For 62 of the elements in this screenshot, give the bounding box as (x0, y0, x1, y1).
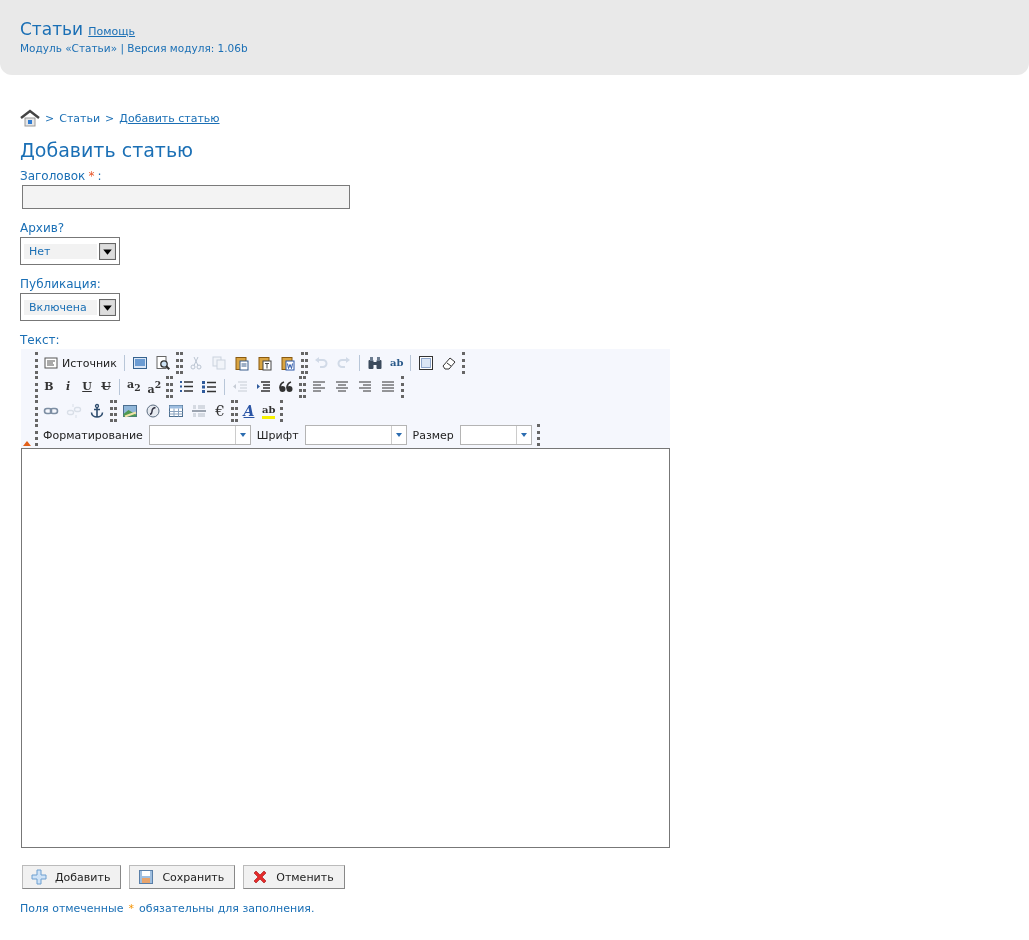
table-icon[interactable] (168, 403, 184, 419)
indent-icon[interactable] (255, 379, 272, 395)
archive-select[interactable]: Нет (20, 237, 120, 265)
title-input-field[interactable] (22, 185, 350, 209)
align-center-icon[interactable] (334, 379, 351, 395)
breadcrumb-separator: > (105, 111, 115, 125)
combo-field[interactable] (304, 425, 407, 445)
save-button[interactable]: Сохранить (129, 865, 236, 889)
landscape-picture-icon[interactable] (122, 403, 138, 419)
publication-select[interactable]: Включена (20, 293, 120, 321)
eraser-icon[interactable] (441, 355, 458, 371)
magnifier-page-icon[interactable] (154, 355, 171, 371)
binoculars-icon[interactable] (366, 355, 383, 371)
required-note-text: Поля отмеченные (20, 902, 124, 915)
page-title: Добавить статью (20, 139, 195, 161)
combo-label: Шрифт (256, 428, 299, 442)
clipboard-icon[interactable] (233, 355, 250, 371)
align-right-icon[interactable] (357, 379, 374, 395)
breadcrumb-current-link[interactable]: Добавить статью (119, 111, 220, 125)
field-label: Публикация: (20, 277, 102, 291)
cancel-button[interactable]: Отменить (243, 865, 345, 889)
cross-icon (252, 869, 269, 885)
clipboard-document-icon[interactable] (279, 355, 296, 371)
combo-label: Форматирование (43, 428, 143, 442)
underline-icon[interactable]: U (81, 379, 93, 395)
subscript-icon[interactable]: a$_{2}$ (127, 377, 141, 397)
combo-label: Размер (412, 428, 454, 442)
plus-icon (31, 869, 47, 885)
round-symbol-icon[interactable] (145, 403, 161, 419)
required-asterisk: * (88, 169, 95, 183)
euro-sign-icon[interactable]: € (214, 403, 226, 419)
field-label: Архив? (20, 221, 66, 235)
text-color-icon[interactable]: A (243, 403, 255, 419)
field-label: Заголовок (20, 169, 86, 183)
spellcheck-icon[interactable]: ab (389, 355, 404, 371)
breadcrumb-separator: > (45, 111, 55, 125)
italic-icon[interactable]: i (62, 379, 74, 395)
required-asterisk: * (128, 902, 134, 915)
breadcrumb-link[interactable]: Статьи (59, 111, 101, 125)
strikethrough-icon[interactable]: U (100, 379, 112, 395)
add-button[interactable]: Добавить (22, 865, 122, 889)
text-document-icon (43, 355, 59, 371)
required-note-text: обязательны для заполнения. (138, 902, 315, 915)
help-link[interactable]: Помощь (88, 25, 136, 38)
combo-field[interactable] (459, 425, 532, 445)
superscript-icon[interactable]: a$^{2}$ (147, 376, 162, 398)
window-icon[interactable] (131, 355, 148, 371)
anchor-icon[interactable] (89, 403, 105, 419)
home-icon[interactable] (20, 109, 40, 127)
combo-field[interactable] (148, 425, 251, 445)
module-version-text: Модуль «Статьи» | Версия модуля: 1.06b (20, 42, 249, 54)
bold-icon[interactable]: B (43, 379, 55, 395)
collapse-triangle-icon[interactable] (23, 441, 31, 446)
field-label: Текст: (20, 333, 61, 347)
justify-icon[interactable] (380, 379, 397, 395)
quotation-marks-icon[interactable] (278, 379, 295, 395)
label-colon: : (97, 169, 102, 183)
module-title: Статьи (20, 19, 84, 39)
align-left-icon[interactable] (311, 379, 328, 395)
bulleted-list-icon[interactable] (201, 379, 218, 395)
source-button[interactable]: Источник (43, 355, 117, 371)
clipboard-text-icon[interactable] (256, 355, 273, 371)
